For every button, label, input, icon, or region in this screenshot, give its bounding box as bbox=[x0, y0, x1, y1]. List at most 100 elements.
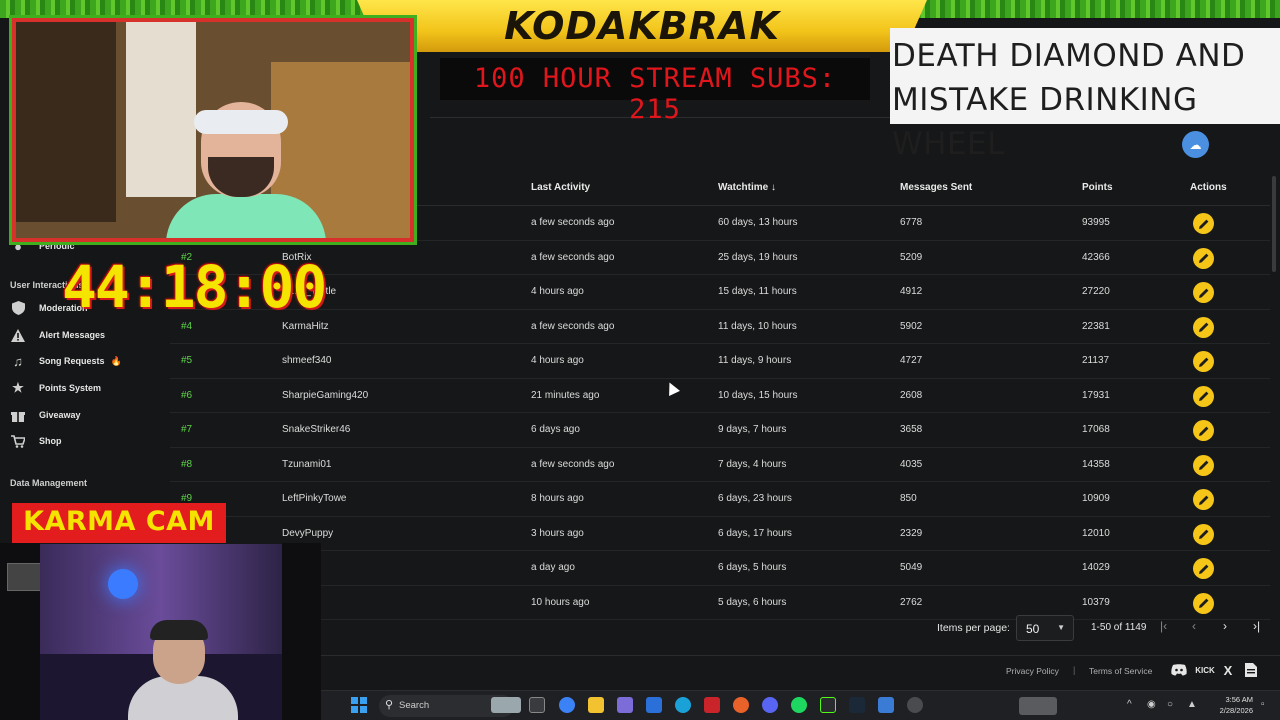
pagination-range: 1-50 of 1149 bbox=[1091, 622, 1147, 633]
teams-icon[interactable] bbox=[617, 697, 633, 713]
edit-button[interactable] bbox=[1193, 523, 1214, 545]
vertical-scrollbar[interactable] bbox=[1272, 176, 1276, 272]
sidebar-item-shop[interactable]: Shop bbox=[10, 431, 62, 451]
column-header-watchtime[interactable]: Watchtime ↓ bbox=[718, 182, 776, 193]
rank-cell: #5 bbox=[181, 355, 193, 366]
table-row[interactable]: #8 Tzunami01 a few seconds ago 7 days, 4 ho… bbox=[170, 448, 1270, 482]
table-row[interactable]: ...eepsa day ago6 days, 5 hours504914029 bbox=[170, 551, 1270, 586]
media-thumbnail-icon[interactable] bbox=[1019, 697, 1057, 715]
edit-button[interactable] bbox=[1193, 489, 1214, 510]
watchtime-cell: 6 days, 17 hours bbox=[718, 527, 792, 539]
file-explorer-icon[interactable] bbox=[588, 697, 604, 713]
points-cell: 42366 bbox=[1082, 251, 1110, 263]
streaming-app-icon[interactable] bbox=[820, 697, 836, 713]
table-row[interactable]: DevyPuppy 3 hours ago 6 days, 17 hours 2329… bbox=[170, 517, 1270, 551]
edit-button[interactable] bbox=[1193, 351, 1214, 372]
chevron-up-icon[interactable]: ^ bbox=[1127, 699, 1132, 710]
store-icon[interactable] bbox=[646, 697, 662, 713]
sidebar-item-alert-messages[interactable]: Alert Messages bbox=[10, 325, 105, 345]
notification-icon[interactable]: ▫ bbox=[1261, 699, 1265, 710]
table-row[interactable]: #6 SharpieGaming420 21 minutes ago 10 days,… bbox=[170, 379, 1270, 413]
pencil-icon bbox=[1198, 288, 1208, 298]
last-activity-cell: a day ago bbox=[531, 562, 575, 573]
x-icon[interactable]: X bbox=[1220, 662, 1236, 678]
username-cell: DevyPuppy bbox=[282, 527, 334, 539]
last-activity-cell: a few seconds ago bbox=[531, 320, 615, 332]
messages-cell: 2608 bbox=[900, 389, 923, 401]
acrobat-icon[interactable] bbox=[704, 697, 720, 713]
edit-button[interactable] bbox=[1193, 454, 1214, 476]
edit-button[interactable] bbox=[1193, 316, 1214, 338]
username-cell: Tzunami01 bbox=[282, 458, 332, 470]
terms-of-service-link[interactable]: Terms of Service bbox=[1089, 666, 1152, 676]
edge-icon[interactable] bbox=[675, 697, 691, 713]
last-activity-cell: 8 hours ago bbox=[531, 493, 584, 504]
pencil-icon bbox=[1198, 357, 1208, 367]
document-icon[interactable] bbox=[1243, 662, 1259, 678]
subs-banner-text: 100 HOUR STREAM SUBS: 215 bbox=[473, 63, 837, 125]
edit-button[interactable] bbox=[1193, 420, 1214, 441]
sidebar-item-label: Points System bbox=[39, 383, 102, 393]
table-row[interactable]: #9 LeftPinkyTowe 8 hours ago 6 days, 23 hou… bbox=[170, 482, 1270, 517]
app-icon[interactable] bbox=[878, 697, 894, 713]
weather-widget-icon[interactable] bbox=[491, 697, 521, 713]
points-cell: 22381 bbox=[1082, 320, 1110, 332]
username-cell: SharpieGaming420 bbox=[282, 389, 369, 401]
edit-button[interactable] bbox=[1193, 385, 1214, 407]
sidebar-item-label: Giveaway bbox=[39, 410, 81, 420]
items-per-page-select[interactable]: 50 ▼ bbox=[1016, 615, 1074, 641]
taskbar-clock[interactable]: 3:56 AM 2/28/2026 bbox=[1201, 694, 1253, 716]
windows-start-icon[interactable] bbox=[351, 697, 367, 713]
watchtime-cell: 60 days, 13 hours bbox=[718, 217, 798, 228]
last-page-icon[interactable]: ›| bbox=[1253, 619, 1260, 633]
messages-cell: 4727 bbox=[900, 355, 923, 366]
discord-app-icon[interactable] bbox=[762, 697, 778, 713]
column-header-points[interactable]: Points bbox=[1082, 182, 1113, 193]
task-view-icon[interactable] bbox=[529, 697, 545, 713]
sidebar-item-label: Periodic bbox=[39, 241, 75, 251]
privacy-policy-link[interactable]: Privacy Policy bbox=[1006, 666, 1059, 676]
volume-icon[interactable]: ▲ bbox=[1187, 699, 1197, 710]
sidebar-item-giveaway[interactable]: Giveaway bbox=[10, 405, 81, 425]
edit-button[interactable] bbox=[1193, 592, 1214, 614]
network-icon[interactable]: ◉ bbox=[1147, 699, 1156, 710]
table-row[interactable]: #2 BotRix a few seconds ago 25 days, 19 hou… bbox=[170, 241, 1270, 275]
music-icon: ♫ bbox=[13, 353, 23, 369]
microphone-icon[interactable]: ○ bbox=[1167, 699, 1173, 710]
points-cell: 10909 bbox=[1082, 493, 1110, 504]
edit-button[interactable] bbox=[1193, 282, 1214, 303]
last-activity-cell: a few seconds ago bbox=[531, 251, 615, 263]
points-cell: 10379 bbox=[1082, 596, 1110, 608]
column-header-actions: Actions bbox=[1190, 182, 1227, 193]
username-cell: LeftPinkyTowe bbox=[282, 493, 347, 504]
previous-page-icon[interactable]: ‹ bbox=[1192, 619, 1196, 633]
points-cell: 21137 bbox=[1082, 355, 1110, 366]
column-header-last-activity[interactable]: Last Activity bbox=[531, 182, 590, 193]
discord-icon[interactable] bbox=[1171, 662, 1187, 678]
table-row[interactable]: #4 KarmaHitz a few seconds ago 11 days, 10 … bbox=[170, 310, 1270, 344]
copilot-icon[interactable] bbox=[559, 697, 575, 713]
streamer bbox=[166, 102, 326, 238]
messages-cell: 5049 bbox=[900, 562, 923, 573]
spotify-icon[interactable] bbox=[791, 697, 807, 713]
next-page-icon[interactable]: › bbox=[1223, 619, 1227, 633]
first-page-icon[interactable]: |‹ bbox=[1160, 619, 1167, 633]
table-row[interactable]: #7 SnakeStriker46 6 days ago 9 days, 7 hour… bbox=[170, 413, 1270, 448]
shield-icon bbox=[10, 300, 26, 316]
caret-down-icon: ▼ bbox=[1057, 623, 1065, 632]
sidebar-item-points-system[interactable]: ★ Points System bbox=[10, 378, 101, 398]
table-row[interactable]: A...nt_Turtle 4 hours ago 15 days, 11 hour… bbox=[170, 275, 1270, 310]
steam-icon[interactable] bbox=[849, 697, 865, 713]
kick-icon[interactable]: KICK bbox=[1195, 662, 1215, 678]
sidebar-item-song-requests[interactable]: ♫ Song Requests 🔥 bbox=[10, 351, 122, 371]
table-row[interactable]: #5 shmeef340 4 hours ago 11 days, 9 hours 47… bbox=[170, 344, 1270, 379]
obs-icon[interactable] bbox=[907, 697, 923, 713]
firefox-icon[interactable] bbox=[733, 697, 749, 713]
warning-icon bbox=[10, 327, 26, 343]
edit-button[interactable] bbox=[1193, 247, 1214, 269]
edit-button[interactable] bbox=[1193, 213, 1214, 234]
column-header-messages-sent[interactable]: Messages Sent bbox=[900, 182, 972, 193]
sidebar-item-label: Shop bbox=[39, 436, 62, 446]
taskbar: ⚲ Search ^ ◉ ○ ▲ 3:56 AM 2/28/2026 ▫ bbox=[321, 690, 1280, 720]
edit-button[interactable] bbox=[1193, 558, 1214, 579]
